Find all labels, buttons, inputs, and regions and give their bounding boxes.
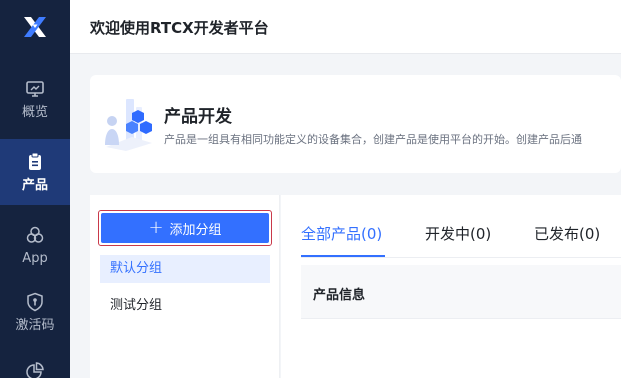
tab-all-products[interactable]: 全部产品(0) bbox=[301, 224, 382, 244]
group-item-test[interactable]: 测试分组 bbox=[100, 292, 270, 320]
add-group-label: 添加分组 bbox=[169, 222, 222, 238]
pie-chart-icon bbox=[24, 360, 46, 378]
sidebar-item-activation-code[interactable]: 激活码 bbox=[0, 279, 70, 345]
sidebar-item-label: 激活码 bbox=[15, 317, 55, 333]
sidebar-item-stats[interactable] bbox=[0, 352, 70, 378]
table-header: 产品信息 bbox=[301, 265, 621, 319]
intro-title: 产品开发 bbox=[164, 107, 232, 127]
group-item-label: 默认分组 bbox=[110, 261, 163, 276]
product-cubes-illustration-icon bbox=[105, 99, 152, 151]
add-group-button-focus-ring: + 添加分组 bbox=[98, 210, 272, 246]
add-group-button[interactable]: + 添加分组 bbox=[101, 213, 269, 243]
column-header-product-info: 产品信息 bbox=[313, 288, 366, 303]
sidebar: 概览 产品 App 激活码 bbox=[0, 0, 70, 378]
tab-published[interactable]: 已发布(0) bbox=[534, 224, 600, 244]
app-circles-icon bbox=[24, 224, 46, 246]
active-tab-indicator bbox=[301, 255, 385, 257]
top-header: 欢迎使用RTCX开发者平台 bbox=[70, 0, 621, 54]
group-panel: + 添加分组 默认分组 测试分组 bbox=[90, 195, 280, 378]
tabs-divider bbox=[301, 257, 621, 258]
sidebar-item-label: App bbox=[22, 250, 48, 266]
product-intro-card: 产品开发 产品是一组具有相同功能定义的设备集合，创建产品是使用平台的开始。创建产… bbox=[90, 75, 621, 173]
group-item-default[interactable]: 默认分组 bbox=[100, 255, 270, 283]
sidebar-item-products[interactable]: 产品 bbox=[0, 139, 70, 205]
plus-icon: + bbox=[148, 217, 164, 238]
intro-description: 产品是一组具有相同功能定义的设备集合，创建产品是使用平台的开始。创建产品后通 bbox=[164, 133, 582, 146]
sidebar-item-label: 产品 bbox=[21, 177, 48, 193]
product-list-panel: 全部产品(0) 开发中(0) 已发布(0) 产品信息 bbox=[281, 195, 621, 378]
page-header-title: 欢迎使用RTCX开发者平台 bbox=[90, 19, 269, 37]
tab-in-development[interactable]: 开发中(0) bbox=[425, 224, 491, 244]
sidebar-item-app[interactable]: App bbox=[0, 212, 70, 278]
monitor-icon bbox=[24, 78, 46, 100]
group-item-label: 测试分组 bbox=[110, 298, 163, 313]
clipboard-icon bbox=[24, 151, 46, 173]
sidebar-item-label: 概览 bbox=[21, 104, 48, 120]
sidebar-item-overview[interactable]: 概览 bbox=[0, 66, 70, 132]
x-logo-icon bbox=[24, 17, 46, 37]
logo[interactable] bbox=[0, 0, 70, 54]
shield-key-icon bbox=[24, 291, 46, 313]
